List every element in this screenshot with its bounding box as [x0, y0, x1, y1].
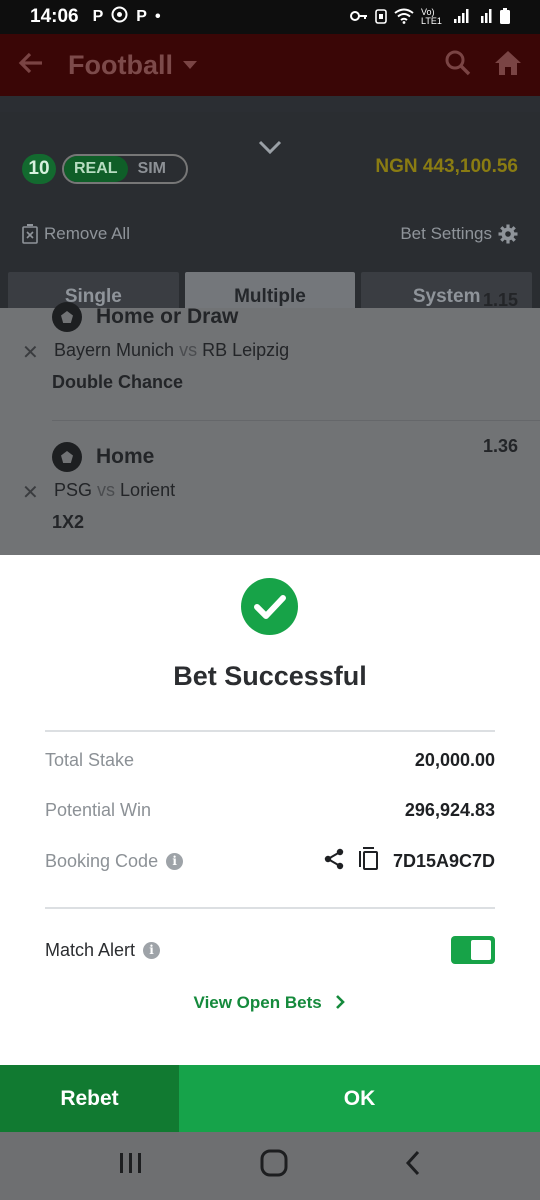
account-balance: NGN 443,100.56 — [375, 156, 518, 177]
remove-all-label: Remove All — [44, 224, 130, 243]
signal-icon — [454, 8, 470, 26]
match-alert-label: Match Alert — [45, 939, 136, 960]
status-bar: 14:06 P P • Vo) LTE1 — [0, 0, 540, 34]
bet-settings-label: Bet Settings — [400, 224, 492, 243]
match-alert-toggle[interactable] — [451, 936, 495, 964]
odds: 1.36 — [482, 436, 518, 456]
chevron-right-icon — [336, 995, 346, 1009]
potential-win-label: Potential Win — [45, 800, 152, 820]
remove-selection-icon[interactable]: ✕ — [22, 480, 39, 505]
key-icon — [350, 10, 368, 25]
app-bar: Football — [0, 34, 540, 96]
selection-count-badge: 10 — [22, 154, 56, 184]
checkmark-circle-icon — [241, 578, 298, 635]
status-right-icons: Vo) LTE1 — [350, 7, 510, 27]
rebet-button[interactable]: Rebet — [0, 1065, 179, 1132]
copy-icon[interactable] — [358, 847, 379, 876]
match-alert-label-group: Match Alert i — [45, 939, 161, 961]
recent-apps-icon[interactable] — [118, 1151, 144, 1182]
signal-r-icon — [477, 8, 493, 26]
info-icon[interactable]: i — [143, 941, 161, 959]
volte-label: Vo) LTE1 — [421, 7, 442, 26]
view-open-bets-link[interactable]: View Open Bets — [0, 993, 540, 1013]
bet-success-sheet: Bet Successful Total Stake 20,000.00 Pot… — [0, 555, 540, 1065]
betslip-header: 10 REAL SIM NGN 443,100.56 Remove All Be… — [0, 112, 540, 322]
booking-code-value[interactable]: 7D15A9C7D — [393, 851, 495, 872]
total-stake-label: Total Stake — [45, 750, 135, 770]
notification-p-icon: P — [92, 8, 104, 25]
total-stake-row: Total Stake 20,000.00 — [45, 750, 495, 771]
home-nav-icon[interactable] — [260, 1149, 288, 1184]
home-icon[interactable] — [494, 50, 522, 81]
gear-icon — [498, 224, 518, 244]
back-arrow-icon[interactable] — [18, 49, 68, 81]
booking-code-label-group: Booking Code i — [45, 851, 184, 872]
away-team: RB Leipzig — [202, 340, 290, 360]
sport-selector[interactable]: Football — [68, 50, 197, 81]
divider — [45, 730, 495, 732]
vs-label: vs — [97, 480, 116, 500]
trash-icon — [22, 224, 38, 244]
match-alert-row: Match Alert i — [45, 936, 495, 964]
match-teams: PSG vs Lorient — [54, 480, 175, 501]
collapse-chevron-icon[interactable] — [258, 134, 282, 160]
caret-down-icon — [182, 57, 197, 73]
notification-p-icon-2: P — [136, 8, 147, 25]
view-open-bets-label: View Open Bets — [193, 993, 322, 1012]
bet-settings-button[interactable]: Bet Settings — [400, 224, 518, 244]
ok-button[interactable]: OK — [179, 1065, 540, 1132]
home-team: PSG — [54, 480, 93, 500]
search-icon[interactable] — [444, 49, 472, 82]
pick: Home or Draw — [52, 302, 238, 332]
whatsapp-icon — [111, 6, 128, 28]
divider — [45, 907, 495, 909]
betslip-panel: 10 REAL SIM NGN 443,100.56 Remove All Be… — [0, 96, 540, 555]
football-icon — [52, 442, 82, 472]
list-item: ✕ Home PSG vs Lorient 1X2 1.36 — [0, 436, 540, 552]
system-nav-bar — [0, 1132, 540, 1200]
potential-win-value: 296,924.83 — [404, 800, 495, 820]
market-name: 1X2 — [52, 512, 85, 532]
booking-code-group: 7D15A9C7D — [323, 847, 495, 876]
dot-icon: • — [154, 8, 161, 25]
sim-mode-label: SIM — [137, 160, 167, 177]
status-time: 14:06 — [30, 6, 79, 27]
battery-icon — [500, 7, 510, 27]
real-sim-toggle[interactable]: REAL SIM — [62, 154, 188, 184]
odds: 1.15 — [482, 290, 518, 310]
share-icon[interactable] — [323, 848, 345, 875]
pick: Home — [52, 442, 154, 472]
remove-all-button[interactable]: Remove All — [22, 224, 130, 244]
booking-code-row: Booking Code i 7D15A9C7D — [45, 847, 495, 876]
total-stake-value: 20,000.00 — [414, 750, 495, 770]
toggle-knob — [471, 940, 491, 960]
market-name: Double Chance — [52, 372, 184, 392]
vs-label: vs — [179, 340, 198, 360]
info-icon[interactable]: i — [166, 853, 184, 870]
success-title: Bet Successful — [173, 661, 367, 691]
list-item: ✕ Home or Draw Bayern Munich vs RB Leipz… — [0, 290, 540, 412]
match-teams: Bayern Munich vs RB Leipzig — [54, 340, 289, 361]
selection-list: ✕ Home or Draw Bayern Munich vs RB Leipz… — [0, 290, 540, 555]
home-team: Bayern Munich — [54, 340, 175, 360]
alarm-icon — [375, 8, 387, 27]
pick-label: Home or Draw — [96, 305, 239, 328]
football-icon — [52, 302, 82, 332]
potential-win-row: Potential Win 296,924.83 — [45, 800, 495, 821]
booking-code-label: Booking Code — [45, 851, 159, 871]
real-mode-label: REAL — [64, 156, 128, 182]
remove-selection-icon[interactable]: ✕ — [22, 340, 39, 365]
wifi-icon — [394, 8, 414, 27]
pick-label: Home — [96, 445, 155, 468]
away-team: Lorient — [120, 480, 176, 500]
divider — [52, 420, 540, 421]
notification-icons: P P • — [93, 6, 161, 28]
page-title: Football — [68, 49, 173, 80]
back-nav-icon[interactable] — [404, 1150, 422, 1183]
